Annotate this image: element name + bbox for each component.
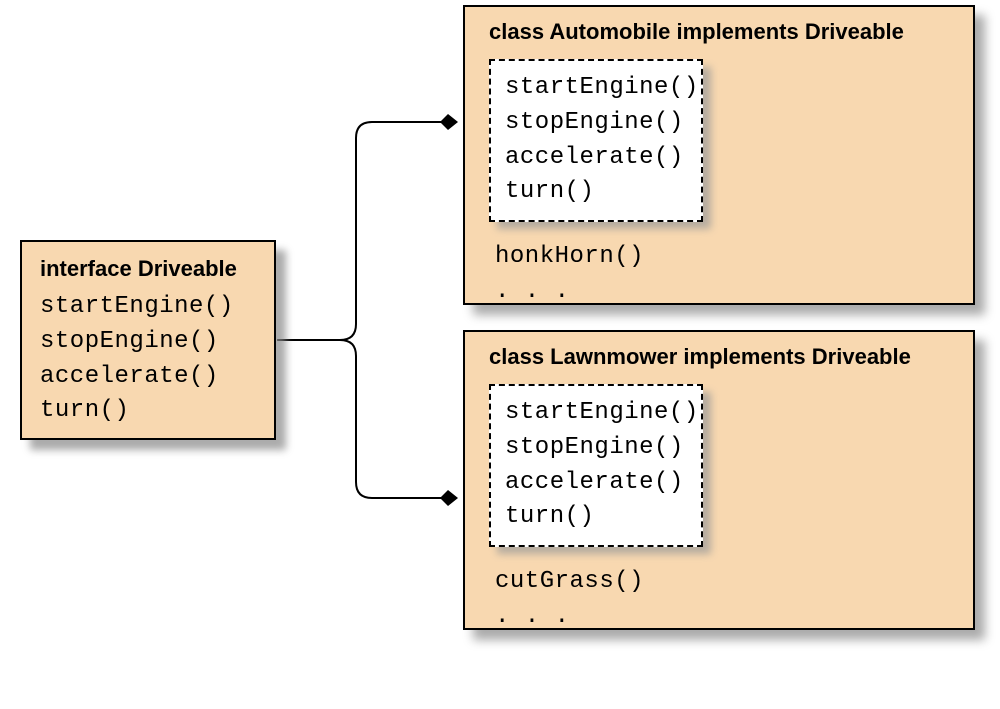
own-method: cutGrass() bbox=[495, 565, 949, 600]
class-title: class Lawnmower implements Driveable bbox=[489, 344, 949, 370]
interface-title: interface Driveable bbox=[40, 256, 256, 282]
ellipsis: . . . bbox=[495, 275, 949, 310]
diagram-stage: interface Driveable startEngine() stopEn… bbox=[0, 0, 1000, 709]
class-title: class Automobile implements Driveable bbox=[489, 19, 949, 45]
interface-method: startEngine() bbox=[40, 290, 256, 325]
implemented-methods-box: startEngine() stopEngine() accelerate() … bbox=[489, 384, 703, 547]
ellipsis: . . . bbox=[495, 600, 949, 635]
implemented-method: startEngine() bbox=[505, 396, 687, 431]
interface-method: stopEngine() bbox=[40, 325, 256, 360]
implemented-method: startEngine() bbox=[505, 71, 687, 106]
implemented-method: stopEngine() bbox=[505, 431, 687, 466]
class-box-automobile: class Automobile implements Driveable st… bbox=[463, 5, 975, 305]
class-box-lawnmower: class Lawnmower implements Driveable sta… bbox=[463, 330, 975, 630]
implemented-method: turn() bbox=[505, 500, 687, 535]
implemented-method: turn() bbox=[505, 175, 687, 210]
implemented-method: stopEngine() bbox=[505, 106, 687, 141]
interface-method: accelerate() bbox=[40, 360, 256, 395]
implemented-method: accelerate() bbox=[505, 466, 687, 501]
own-method: honkHorn() bbox=[495, 240, 949, 275]
interface-box: interface Driveable startEngine() stopEn… bbox=[20, 240, 276, 440]
interface-method: turn() bbox=[40, 394, 256, 429]
implemented-method: accelerate() bbox=[505, 141, 687, 176]
implemented-methods-box: startEngine() stopEngine() accelerate() … bbox=[489, 59, 703, 222]
